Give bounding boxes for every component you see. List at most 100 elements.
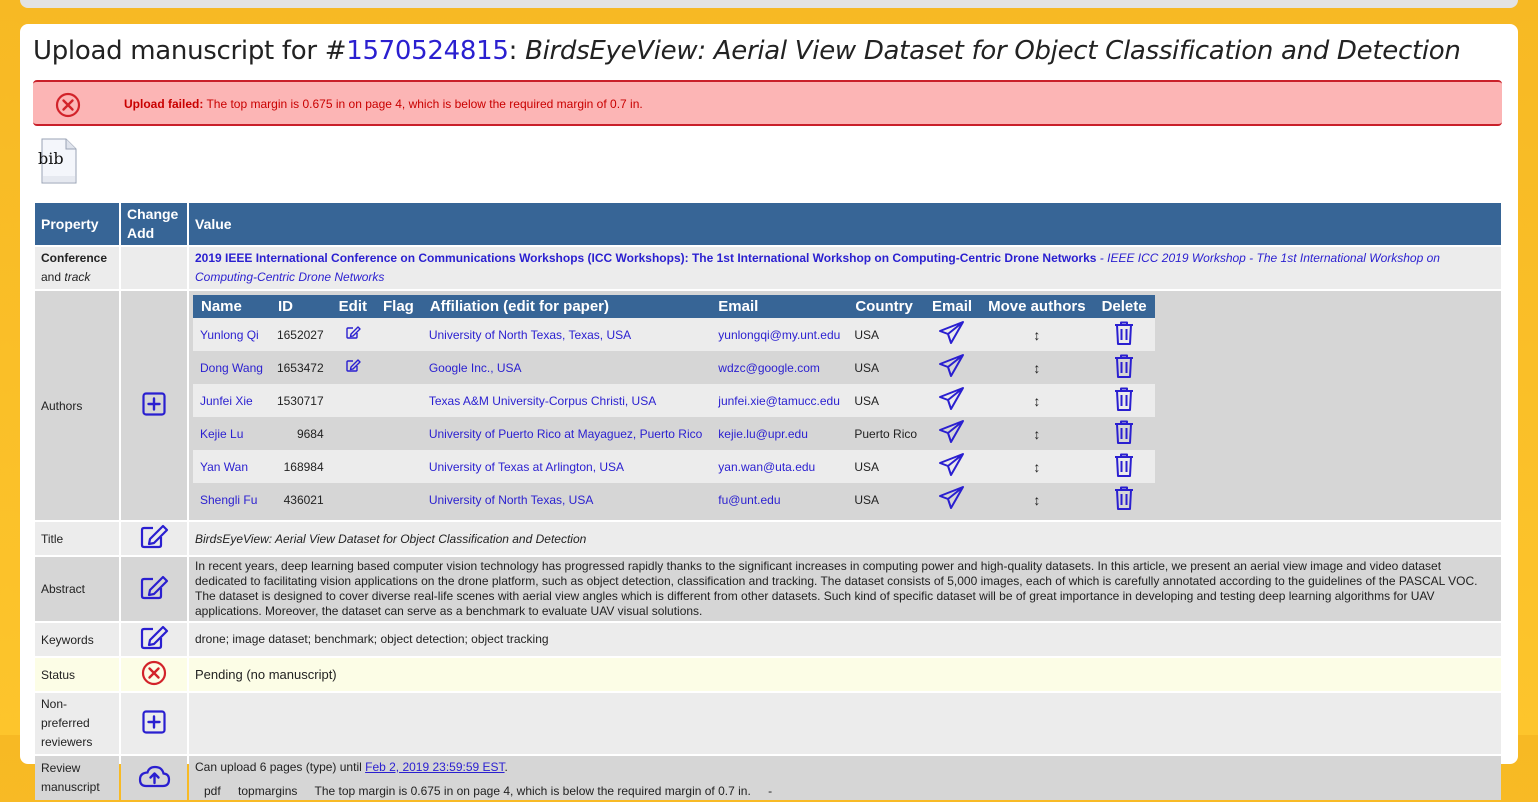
reviewers-label-2: preferred — [41, 716, 90, 730]
move-author-handle[interactable]: ↕ — [980, 417, 1094, 450]
main-card: Upload manuscript for #1570524815: Birds… — [20, 24, 1518, 800]
col-send-email: Email — [924, 295, 981, 318]
author-country: USA — [847, 351, 925, 384]
table-header-row: Property Change Add Value — [35, 203, 1501, 245]
paper-id-link[interactable]: 1570524815 — [346, 36, 509, 66]
author-rows: Yunlong Qi 1652027 University of North Tex… — [193, 318, 1155, 516]
author-email[interactable]: fu@unt.edu — [709, 483, 848, 516]
header-change-add: Change Add — [121, 203, 187, 245]
title-prefix: Upload manuscript for # — [33, 36, 347, 66]
author-affiliation[interactable]: University of Texas at Arlington, USA — [421, 450, 710, 483]
alert-text: The top margin is 0.675 in on page 4, wh… — [203, 97, 643, 111]
move-author-handle[interactable]: ↕ — [980, 351, 1094, 384]
bib-icon-label: bib — [38, 149, 64, 168]
delete-author-button[interactable] — [1093, 450, 1155, 483]
deadline-link[interactable]: Feb 2, 2019 23:59:59 EST — [365, 760, 504, 774]
author-flag-cell — [375, 417, 422, 450]
author-email[interactable]: kejie.lu@upr.edu — [709, 417, 848, 450]
header-change: Change — [127, 206, 179, 222]
author-email[interactable]: wdzc@google.com — [709, 351, 848, 384]
send-email-icon — [939, 486, 965, 509]
error-file-type: pdf — [204, 784, 221, 798]
author-name[interactable]: Junfei Xie — [193, 384, 270, 417]
trash-icon — [1115, 453, 1134, 477]
author-flag-cell — [375, 351, 422, 384]
author-affiliation[interactable]: Google Inc., USA — [421, 351, 710, 384]
edit-abstract-cell — [121, 557, 187, 621]
keywords-value: drone; image dataset; benchmark; object … — [189, 623, 1501, 656]
abstract-label: Abstract — [35, 557, 119, 621]
author-email[interactable]: yan.wan@uta.edu — [709, 450, 848, 483]
status-error-icon — [141, 660, 167, 686]
reviewers-label-3: reviewers — [41, 735, 93, 749]
author-id: 168984 — [269, 450, 331, 483]
reviewers-label: Non- preferred reviewers — [35, 693, 119, 754]
author-affiliation[interactable]: University of North Texas, USA — [421, 483, 710, 516]
send-email-icon — [939, 321, 965, 344]
delete-author-button[interactable] — [1093, 483, 1155, 516]
col-flag: Flag — [375, 295, 422, 318]
send-email-button[interactable] — [924, 384, 981, 417]
send-email-button[interactable] — [924, 450, 981, 483]
author-email[interactable]: junfei.xie@tamucc.edu — [709, 384, 848, 417]
author-affiliation[interactable]: Texas A&M University-Corpus Christi, USA — [421, 384, 710, 417]
alert-label: Upload failed: — [124, 97, 204, 111]
col-name: Name — [193, 295, 270, 318]
send-email-button[interactable] — [924, 318, 981, 351]
author-affiliation[interactable]: University of Puerto Rico at Mayaguez, P… — [421, 417, 710, 450]
move-author-handle[interactable]: ↕ — [980, 483, 1094, 516]
author-edit-cell[interactable] — [330, 351, 375, 384]
author-name[interactable]: Yan Wan — [193, 450, 270, 483]
delete-author-button[interactable] — [1093, 384, 1155, 417]
send-email-button[interactable] — [924, 483, 981, 516]
edit-title-cell — [121, 522, 187, 555]
add-author-icon[interactable] — [141, 391, 167, 417]
cloud-upload-icon[interactable] — [137, 764, 171, 790]
status-label: Status — [35, 658, 119, 691]
col-id: ID — [269, 295, 331, 318]
author-name[interactable]: Shengli Fu — [193, 483, 270, 516]
trash-icon — [1115, 486, 1134, 510]
trash-icon — [1115, 321, 1134, 345]
author-country: USA — [847, 384, 925, 417]
delete-author-button[interactable] — [1093, 417, 1155, 450]
authors-header-row: Name ID Edit Flag Affiliation (edit for … — [193, 295, 1155, 318]
status-value: Pending (no manuscript) — [189, 658, 1501, 691]
review-value: Can upload 6 pages (type) until Feb 2, 2… — [189, 756, 1501, 800]
error-dash: - — [768, 784, 773, 798]
author-affiliation[interactable]: University of North Texas, Texas, USA — [421, 318, 710, 351]
edit-title-icon[interactable] — [139, 524, 169, 550]
conference-link[interactable]: 2019 IEEE International Conference on Co… — [195, 251, 1096, 265]
edit-abstract-icon[interactable] — [139, 575, 169, 601]
authors-value: Name ID Edit Flag Affiliation (edit for … — [189, 291, 1501, 520]
add-reviewer-icon[interactable] — [141, 709, 167, 735]
author-row: Junfei Xie 1530717 Texas A&M University-Co… — [193, 384, 1155, 417]
author-edit-cell — [330, 384, 375, 417]
bib-file-icon[interactable]: bib — [36, 136, 80, 189]
author-email[interactable]: yunlongqi@my.unt.edu — [709, 318, 848, 351]
send-email-button[interactable] — [924, 417, 981, 450]
edit-keywords-icon[interactable] — [139, 625, 169, 651]
move-author-handle[interactable]: ↕ — [980, 318, 1094, 351]
delete-author-button[interactable] — [1093, 351, 1155, 384]
author-row: Shengli Fu 436021 University of North Texa… — [193, 483, 1155, 516]
author-flag-cell — [375, 483, 422, 516]
author-name[interactable]: Kejie Lu — [193, 417, 270, 450]
header-property: Property — [35, 203, 119, 245]
move-author-handle[interactable]: ↕ — [980, 450, 1094, 483]
reviewers-label-1: Non- — [41, 697, 68, 711]
author-edit-cell[interactable] — [330, 318, 375, 351]
reviewers-value — [189, 693, 1501, 754]
delete-author-button[interactable] — [1093, 318, 1155, 351]
author-name[interactable]: Dong Wang — [193, 351, 270, 384]
author-id: 436021 — [269, 483, 331, 516]
conference-label: Conference and track — [35, 247, 119, 289]
send-email-button[interactable] — [924, 351, 981, 384]
alert-message: Upload failed: The top margin is 0.675 i… — [124, 97, 643, 111]
move-author-handle[interactable]: ↕ — [980, 384, 1094, 417]
author-name[interactable]: Yunlong Qi — [193, 318, 270, 351]
title-label: Title — [35, 522, 119, 555]
review-manuscript-row: Review manuscript Can upload 6 pages (ty… — [35, 756, 1501, 800]
edit-affiliation-icon — [346, 359, 361, 372]
properties-table: Property Change Add Value Conference and… — [33, 201, 1503, 802]
